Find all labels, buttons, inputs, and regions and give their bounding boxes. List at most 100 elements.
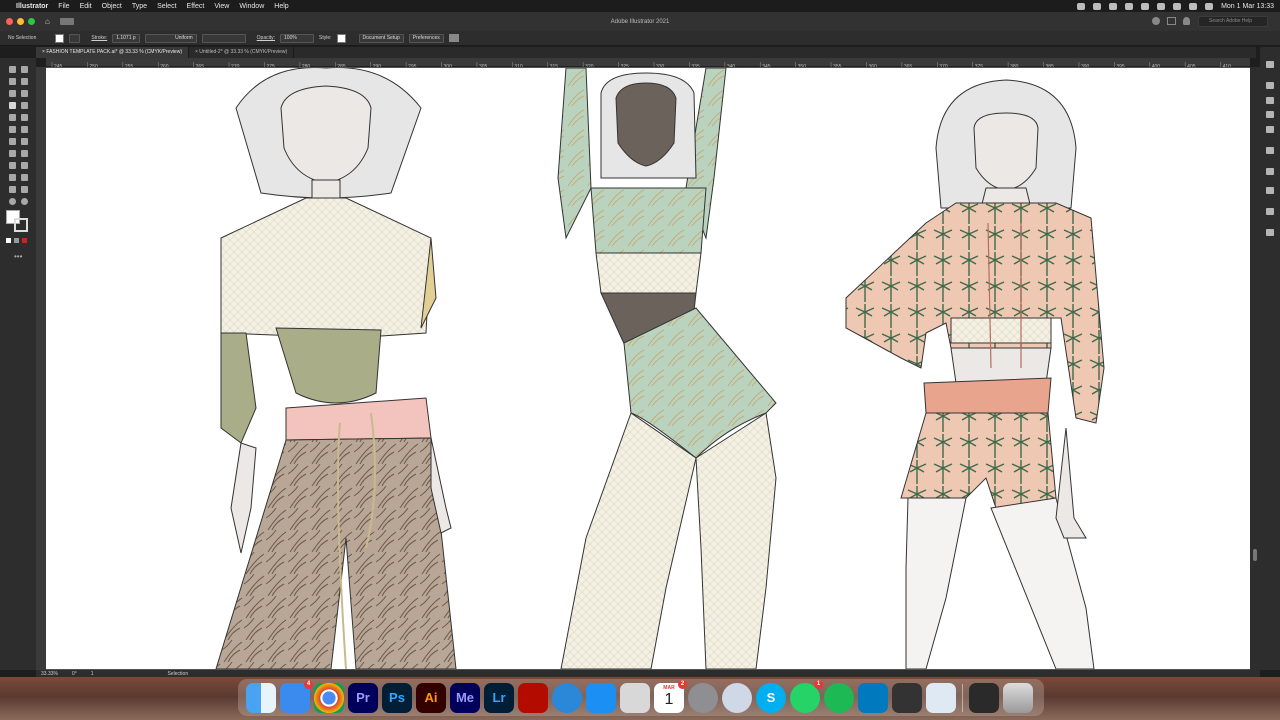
paintbrush-tool-icon[interactable] bbox=[21, 78, 28, 85]
stroke-weight-field[interactable]: 1.1071 p bbox=[112, 33, 140, 43]
finder-icon[interactable] bbox=[246, 682, 276, 713]
premiere-pro-icon[interactable]: Pr bbox=[348, 682, 378, 713]
libraries-panel-icon[interactable] bbox=[1266, 82, 1274, 89]
arrange-icon[interactable] bbox=[448, 34, 459, 42]
minimize-window-button[interactable] bbox=[17, 18, 24, 25]
scissors-tool-icon[interactable] bbox=[21, 138, 28, 145]
brush-definition-select[interactable] bbox=[201, 33, 246, 43]
stroke-swatch[interactable] bbox=[69, 33, 81, 43]
illustrator-icon[interactable]: Ai bbox=[416, 682, 446, 713]
asset-export-panel-icon[interactable] bbox=[1266, 208, 1274, 215]
fill-swatch[interactable] bbox=[55, 33, 65, 43]
wunderlist-icon[interactable] bbox=[552, 682, 582, 713]
artboard-tool-icon[interactable] bbox=[21, 174, 28, 181]
zoom-tool-icon[interactable] bbox=[9, 186, 16, 193]
stroke-label[interactable]: Stroke: bbox=[91, 35, 107, 41]
figure-1[interactable] bbox=[215, 68, 457, 669]
menu-type[interactable]: Type bbox=[132, 3, 147, 10]
skype-icon[interactable]: S bbox=[756, 682, 786, 713]
spotify-icon[interactable] bbox=[824, 682, 854, 713]
lightroom-icon[interactable]: Lr bbox=[484, 682, 514, 713]
pencil-tool-icon[interactable] bbox=[9, 78, 16, 85]
opacity-label[interactable]: Opacity: bbox=[257, 35, 275, 41]
graphic-style-swatch[interactable] bbox=[336, 33, 346, 43]
menu-edit[interactable]: Edit bbox=[80, 3, 92, 10]
mail-icon[interactable]: 4 bbox=[280, 679, 313, 713]
menu-select[interactable]: Select bbox=[157, 3, 176, 10]
control-center-icon[interactable] bbox=[1189, 2, 1198, 10]
sublime-text-icon[interactable] bbox=[892, 682, 922, 713]
eyedropper-tool-icon[interactable] bbox=[9, 162, 16, 169]
photoshop-icon[interactable]: Ps bbox=[382, 682, 412, 713]
scale-tool-icon[interactable] bbox=[21, 126, 28, 133]
screenshot-stack-icon[interactable] bbox=[969, 682, 999, 713]
symbols-panel-icon[interactable] bbox=[1266, 187, 1274, 194]
line-tool-icon[interactable] bbox=[21, 102, 28, 109]
eraser-tool-icon[interactable] bbox=[9, 174, 16, 181]
app-store-icon[interactable] bbox=[586, 682, 616, 713]
hand-tool-icon[interactable] bbox=[21, 186, 28, 193]
figure-3[interactable] bbox=[845, 79, 1105, 669]
gradient-mode-icon[interactable] bbox=[14, 238, 19, 243]
edit-toolbar-icon[interactable]: ••• bbox=[14, 252, 22, 261]
acrobat-icon[interactable] bbox=[518, 682, 548, 713]
zoom-window-button[interactable] bbox=[28, 18, 35, 25]
artboard[interactable] bbox=[46, 68, 1250, 669]
home-icon[interactable]: ⌂ bbox=[45, 17, 50, 26]
preferences-button[interactable]: Preferences bbox=[408, 33, 444, 43]
scrollbar-thumb[interactable] bbox=[1253, 549, 1257, 561]
pen-tool-icon[interactable] bbox=[9, 66, 16, 73]
opacity-field[interactable]: 100% bbox=[280, 33, 315, 43]
live-paint-tool-icon[interactable] bbox=[21, 150, 28, 157]
close-window-button[interactable] bbox=[6, 18, 13, 25]
menu-effect[interactable]: Effect bbox=[187, 3, 205, 10]
blend-tool-icon[interactable] bbox=[9, 198, 16, 205]
artboards-panel-icon[interactable] bbox=[1266, 168, 1274, 175]
chrome-icon[interactable] bbox=[314, 682, 344, 713]
figure-2[interactable] bbox=[557, 68, 777, 669]
rectangle-tool-icon[interactable] bbox=[9, 114, 16, 121]
width-tool-icon[interactable] bbox=[9, 138, 16, 145]
system-preferences-icon[interactable] bbox=[688, 682, 718, 713]
menu-file[interactable]: File bbox=[58, 3, 69, 10]
stroke-color-icon[interactable] bbox=[14, 218, 28, 232]
group-selection-tool-icon[interactable] bbox=[9, 102, 16, 109]
menu-window[interactable]: Window bbox=[239, 3, 264, 10]
preview-icon[interactable] bbox=[926, 682, 956, 713]
vertical-scrollbar[interactable] bbox=[1250, 67, 1260, 670]
artboard-navigator[interactable]: 1 bbox=[91, 671, 94, 677]
document-setup-button[interactable]: Document Setup bbox=[358, 33, 404, 43]
wifi-icon[interactable] bbox=[1157, 2, 1166, 10]
curvature-tool-icon[interactable] bbox=[21, 66, 28, 73]
rotate-tool-icon[interactable] bbox=[9, 126, 16, 133]
search-icon[interactable] bbox=[1173, 2, 1182, 10]
shape-builder-tool-icon[interactable] bbox=[9, 150, 16, 157]
properties-panel-icon[interactable] bbox=[1266, 61, 1274, 68]
menubar-clock[interactable]: Mon 1 Mar 13:33 bbox=[1221, 3, 1274, 10]
lightbulb-icon[interactable] bbox=[1183, 17, 1190, 25]
siri-icon[interactable] bbox=[1205, 2, 1214, 10]
calendar-icon[interactable]: MAR 1 2 bbox=[654, 679, 687, 713]
selection-tool-icon[interactable] bbox=[9, 90, 16, 97]
user-avatar-icon[interactable] bbox=[1152, 17, 1160, 25]
zoom-level-field[interactable]: 33.33% bbox=[41, 671, 58, 677]
tab-untitled-2[interactable]: × Untitled-2* @ 33.33 % (CMYK/Preview) bbox=[189, 47, 295, 58]
direct-selection-tool-icon[interactable] bbox=[21, 90, 28, 97]
arrange-documents-icon[interactable] bbox=[1167, 17, 1176, 25]
menu-help[interactable]: Help bbox=[274, 3, 288, 10]
trello-icon[interactable] bbox=[858, 682, 888, 713]
stroke-profile-select[interactable]: Uniform bbox=[144, 33, 197, 43]
workspace-layout-icon[interactable] bbox=[59, 18, 74, 25]
trash-icon[interactable] bbox=[1003, 682, 1033, 713]
media-encoder-icon[interactable]: Me bbox=[450, 682, 480, 713]
play-icon[interactable] bbox=[1109, 2, 1118, 10]
menu-object[interactable]: Object bbox=[102, 3, 122, 10]
bluetooth-icon[interactable] bbox=[1125, 2, 1134, 10]
creative-cloud-icon[interactable] bbox=[1077, 2, 1086, 10]
none-mode-icon[interactable] bbox=[22, 238, 27, 243]
type-tool-icon[interactable] bbox=[21, 114, 28, 121]
cloud-icon[interactable] bbox=[1093, 2, 1102, 10]
color-mode-icon[interactable] bbox=[6, 238, 11, 243]
menu-app-name[interactable]: Illustrator bbox=[16, 3, 48, 10]
rotation-field[interactable]: 0° bbox=[72, 671, 77, 677]
